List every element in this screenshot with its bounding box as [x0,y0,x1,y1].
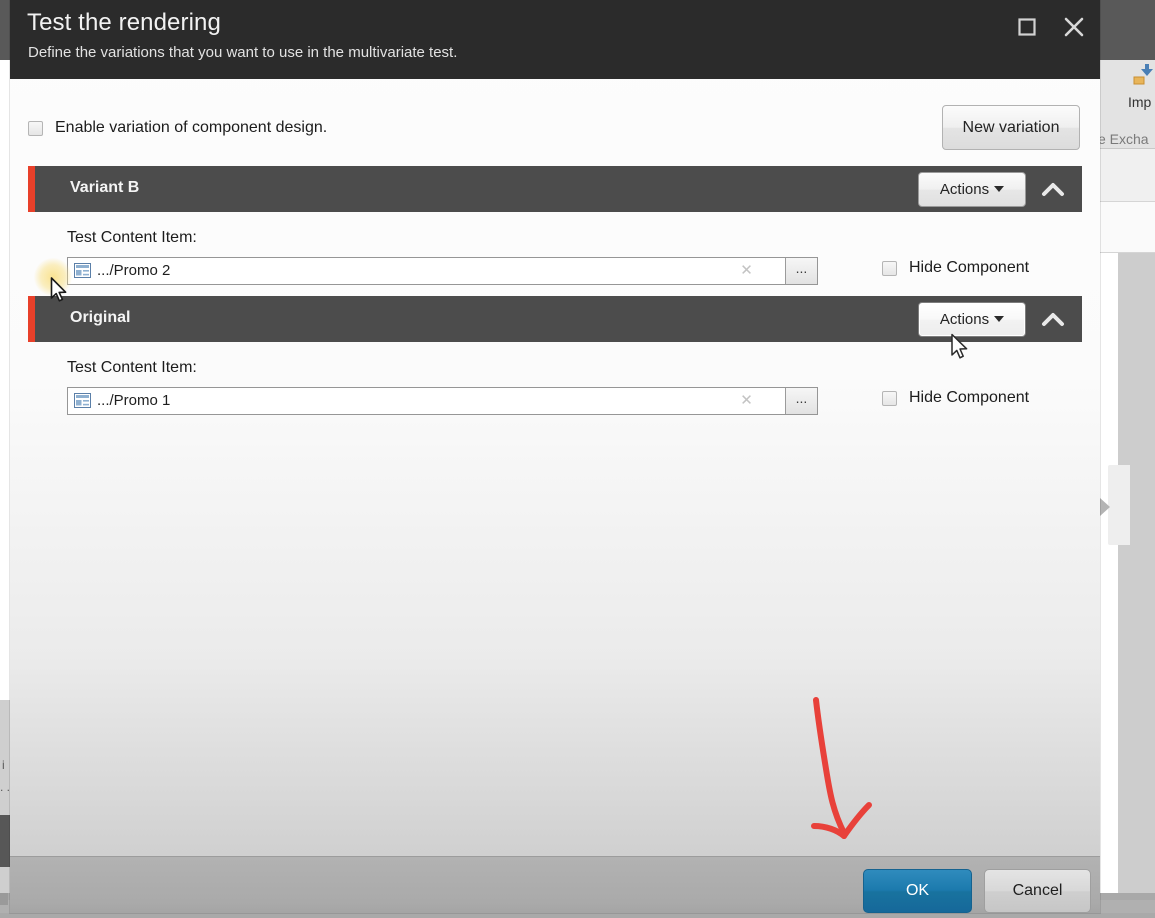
dialog-title: Test the rendering [27,9,221,36]
chevron-down-icon [994,316,1005,322]
test-content-item-label: Test Content Item: [67,359,197,376]
background-flyout-card [1108,465,1130,545]
scrollbar-corner [0,893,8,905]
background-left-text: i [2,758,5,772]
test-content-item-label: Test Content Item: [67,229,197,246]
close-button[interactable] [1052,8,1096,44]
maximize-icon [1005,16,1049,38]
content-item-icon [74,263,91,278]
test-content-item-input-original[interactable]: .../Promo 1 ✕ ... [67,387,818,415]
background-right-pane [1118,253,1155,913]
hide-component-row-original: Hide Component [882,389,1029,407]
background-list-row [1100,202,1155,253]
screen: Imp e Excha i . . Test the rendering Def… [0,0,1155,918]
clear-x-icon[interactable]: ✕ [737,261,756,281]
new-variation-button[interactable]: New variation [942,105,1080,150]
maximize-button[interactable] [1005,8,1049,44]
enable-variation-row: Enable variation of component design. [28,119,327,137]
hide-component-row-variant-b: Hide Component [882,259,1029,277]
enable-variation-checkbox[interactable] [28,120,43,136]
variation-panel-header-original: Original Actions [28,296,1082,342]
dialog-body: Enable variation of component design. Ne… [10,79,1100,856]
enable-variation-label: Enable variation of component design. [55,119,328,136]
import-button-label: Imp [1128,94,1152,110]
test-content-item-value: .../Promo 2 [97,262,171,279]
background-list-row [1100,149,1155,202]
browse-button-variant-b[interactable]: ... [785,258,817,284]
browse-button-original[interactable]: ... [785,388,817,414]
test-content-item-value: .../Promo 1 [97,392,171,409]
cancel-button[interactable]: Cancel [984,869,1091,913]
variation-panel-header-variant-b: Variant B Actions [28,166,1082,212]
actions-button-original[interactable]: Actions [918,302,1026,337]
hide-component-label: Hide Component [909,389,1030,406]
test-content-item-input-variant-b[interactable]: .../Promo 2 ✕ ... [67,257,818,285]
ok-button[interactable]: OK [863,869,972,913]
background-flyout-pointer [1100,498,1110,516]
hide-component-checkbox-original[interactable] [882,390,897,406]
clear-x-icon[interactable]: ✕ [737,391,756,411]
dialog-footer: OK Cancel [10,856,1100,913]
import-icon[interactable] [1131,62,1155,88]
dialog-header: Test the rendering Define the variations… [10,0,1100,79]
close-icon [1052,16,1096,38]
chevron-up-icon [1038,313,1068,337]
collapse-toggle-variant-b[interactable] [1038,175,1068,203]
actions-button-label: Actions [939,181,990,198]
background-left-text: . . [0,780,11,794]
collapse-toggle-original[interactable] [1038,305,1068,333]
chevron-down-icon [994,186,1005,192]
content-item-icon [74,393,91,408]
variation-title: Original [70,309,131,326]
test-rendering-dialog: Test the rendering Define the variations… [10,0,1100,913]
variation-title: Variant B [70,179,140,196]
actions-button-label: Actions [939,311,990,328]
chevron-up-icon [1038,183,1068,207]
dialog-subtitle: Define the variations that you want to u… [28,44,458,61]
ribbon-group-label: e Excha [1098,131,1149,147]
hide-component-label: Hide Component [909,259,1030,276]
hide-component-checkbox-variant-b[interactable] [882,260,897,276]
actions-button-variant-b[interactable]: Actions [918,172,1026,207]
